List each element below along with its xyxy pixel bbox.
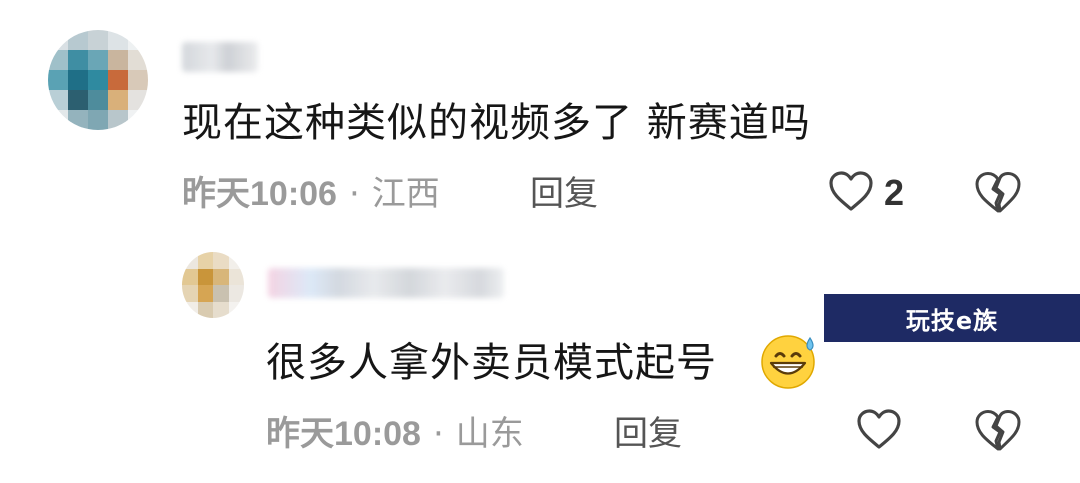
comment-location: 江西 [371, 174, 440, 214]
username-blurred[interactable] [268, 268, 504, 298]
like-button[interactable] [856, 408, 902, 454]
comment-meta: 昨天10:06 · 江西 [182, 174, 440, 214]
comment-location: 山东 [455, 414, 524, 454]
comment-text: 现在这种类似的视频多了 新赛道吗 [182, 100, 811, 146]
dislike-button[interactable] [974, 170, 1022, 218]
avatar[interactable] [182, 252, 244, 318]
like-count: 2 [884, 172, 905, 213]
meta-separator: · [348, 174, 360, 214]
comment-meta: 昨天10:08 · 山东 [266, 414, 524, 454]
watermark-banner: 玩技e族 [824, 294, 1080, 342]
grinning-sweat-emoji [758, 332, 820, 394]
meta-separator: · [432, 414, 444, 454]
comment-text: 很多人拿外卖员模式起号 [266, 340, 717, 386]
broken-heart-icon [974, 408, 1022, 456]
avatar[interactable] [48, 30, 148, 130]
reply-button[interactable]: 回复 [614, 414, 682, 454]
watermark-text: 玩技e族 [905, 306, 999, 335]
comment-time: 昨天10:06 [182, 175, 337, 213]
broken-heart-icon [974, 170, 1022, 218]
username-blurred[interactable] [182, 42, 258, 72]
heart-outline-icon [828, 170, 874, 216]
dislike-button[interactable] [974, 408, 1022, 456]
reply-button[interactable]: 回复 [530, 174, 598, 214]
comment-time: 昨天10:08 [266, 415, 421, 453]
heart-outline-icon [856, 408, 902, 454]
like-button[interactable]: 2 [828, 170, 904, 216]
